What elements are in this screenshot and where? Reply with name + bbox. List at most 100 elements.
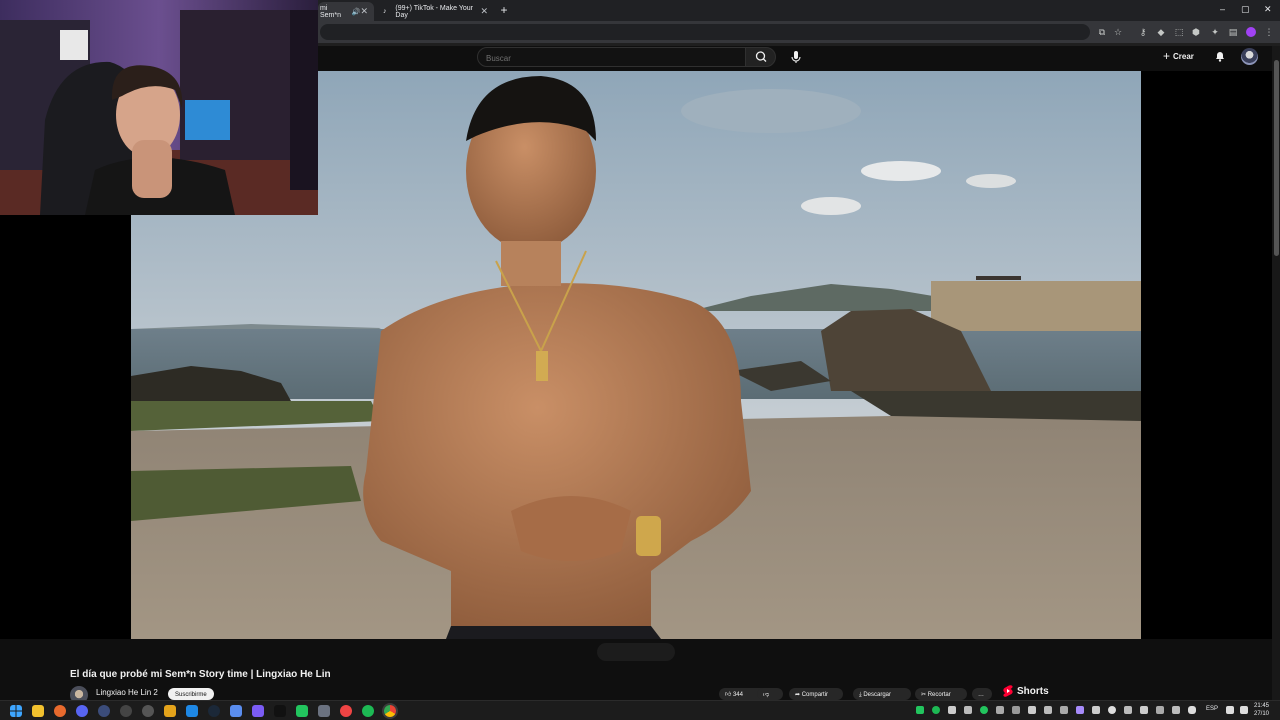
tab-youtube[interactable]: mi Sem*n 🔊 ✕ [318,2,374,21]
search-button[interactable] [745,47,776,67]
star-icon[interactable]: ☆ [1113,27,1123,37]
dislike-button[interactable]: 👎︎ [757,688,783,700]
close-window-button[interactable]: ✕ [1264,4,1272,15]
miniplayer-hint [597,643,675,661]
download-button[interactable]: ⤓ Descargar [853,688,911,700]
app-icon[interactable] [230,705,242,717]
language-indicator[interactable]: ESP [1206,706,1218,712]
tray-icon[interactable] [1060,706,1068,714]
tiktok-icon: ♪ [383,7,387,15]
extension-icon[interactable]: ▤ [1228,27,1238,37]
tray-icon[interactable] [1140,706,1148,714]
tab-label: (99+) TikTok - Make Your Day [395,4,474,19]
tray-icon[interactable] [1108,706,1116,714]
tray-icon[interactable] [980,706,988,714]
tray-icon[interactable] [1124,706,1132,714]
dislike-icon: 👎︎ [763,692,770,698]
key-icon[interactable]: ⚷ [1138,27,1148,37]
profile-icon[interactable] [1246,27,1256,37]
app-icon[interactable] [318,705,330,717]
like-count: 344 [732,692,743,698]
clip-icon: ✂ [921,692,927,698]
tray-icon[interactable] [1156,706,1164,714]
download-label: Descargar [863,692,892,698]
account-avatar[interactable] [1241,48,1258,65]
search-icon[interactable] [54,705,66,717]
network-icon[interactable] [1226,706,1234,714]
puzzle-icon[interactable]: ⬢ [1191,27,1201,37]
search-input[interactable] [478,49,734,68]
maximize-button[interactable]: ▢ [1241,4,1250,15]
share-button[interactable]: ➦ Compartir [789,688,843,700]
app-icon[interactable] [340,705,352,717]
search-box [477,47,747,68]
search-icon [755,51,767,62]
shorts-label: Shorts [1017,685,1049,697]
spotify-icon[interactable] [362,705,374,717]
app-icon[interactable] [164,705,176,717]
steam-icon[interactable] [208,705,220,717]
microphone-icon[interactable] [1188,706,1196,714]
app-icon[interactable] [186,705,198,717]
extension-icon[interactable]: ⬚ [1174,27,1184,37]
sticky-notes-icon[interactable] [32,705,44,717]
tray-icon[interactable] [916,706,924,714]
webcam-overlay [0,0,318,215]
tiktok-icon[interactable] [274,705,286,717]
app-icon[interactable] [98,705,110,717]
share-icon: ➦ [795,692,801,698]
app-icon[interactable] [120,705,132,717]
subscribe-button[interactable]: Suscribirme [168,688,214,700]
shorts-logo-icon [1003,685,1013,697]
speaker-icon[interactable]: 🔊 [352,8,361,16]
new-tab-button[interactable]: + [497,3,511,17]
discord-icon[interactable] [252,705,264,717]
volume-icon[interactable] [1240,706,1248,714]
tray-icon[interactable] [932,706,940,714]
tray-icon[interactable] [996,706,1004,714]
shorts-shelf-header[interactable]: Shorts [1003,685,1049,697]
tray-icon[interactable] [1028,706,1036,714]
clock-time: 21:45 [1254,703,1270,709]
windows-start-icon[interactable] [10,705,22,717]
tray-icon[interactable] [948,706,956,714]
extension-icon[interactable]: ◆ [1156,27,1166,37]
close-tab-icon[interactable]: ✕ [480,6,488,17]
microphone-icon[interactable] [787,48,805,66]
scrollbar-thumb[interactable] [1274,60,1279,256]
share-label: Compartir [801,692,829,698]
tray-icon[interactable] [1092,706,1100,714]
clip-button[interactable]: ✂ Recortar [915,688,967,700]
tray-icon[interactable] [1044,706,1052,714]
more-actions-button[interactable]: … [972,688,992,700]
download-icon: ⤓ [859,692,862,698]
like-icon: 👍︎ [725,692,732,698]
pin-icon[interactable]: ✦ [1210,27,1220,37]
create-label: Crear [1173,51,1194,61]
system-clock[interactable]: 21:45 27/10 [1254,702,1269,718]
minimize-button[interactable]: – [1220,4,1225,14]
cast-icon[interactable]: ⧉ [1097,27,1107,37]
tray-icon[interactable] [1012,706,1020,714]
channel-name[interactable]: Lingxiao He Lin 2 [96,688,158,697]
windows-taskbar: ESP 21:45 27/10 [0,700,1280,720]
tab-tiktok[interactable]: ♪ (99+) TikTok - Make Your Day ✕ [376,2,494,21]
tab-label: mi Sem*n [320,4,342,19]
more-icon: … [978,692,984,698]
notifications-bell-icon[interactable] [1213,49,1227,63]
close-tab-icon[interactable]: ✕ [360,6,368,17]
app-icon[interactable] [296,705,308,717]
clock-date: 27/10 [1254,711,1270,717]
create-button[interactable]: + Crear [1163,49,1194,63]
tray-icon[interactable] [964,706,972,714]
video-title: El día que probé mi Sem*n Story time | L… [70,669,331,680]
app-icon[interactable] [142,705,154,717]
chrome-icon[interactable] [384,705,396,717]
webcam-feed [0,0,318,215]
tray-icon[interactable] [1076,706,1084,714]
menu-icon[interactable]: ⋮ [1264,27,1274,37]
tray-icon[interactable] [1172,706,1180,714]
app-icon[interactable] [76,705,88,717]
address-bar[interactable] [320,24,1090,40]
clip-label: Recortar [927,692,951,698]
